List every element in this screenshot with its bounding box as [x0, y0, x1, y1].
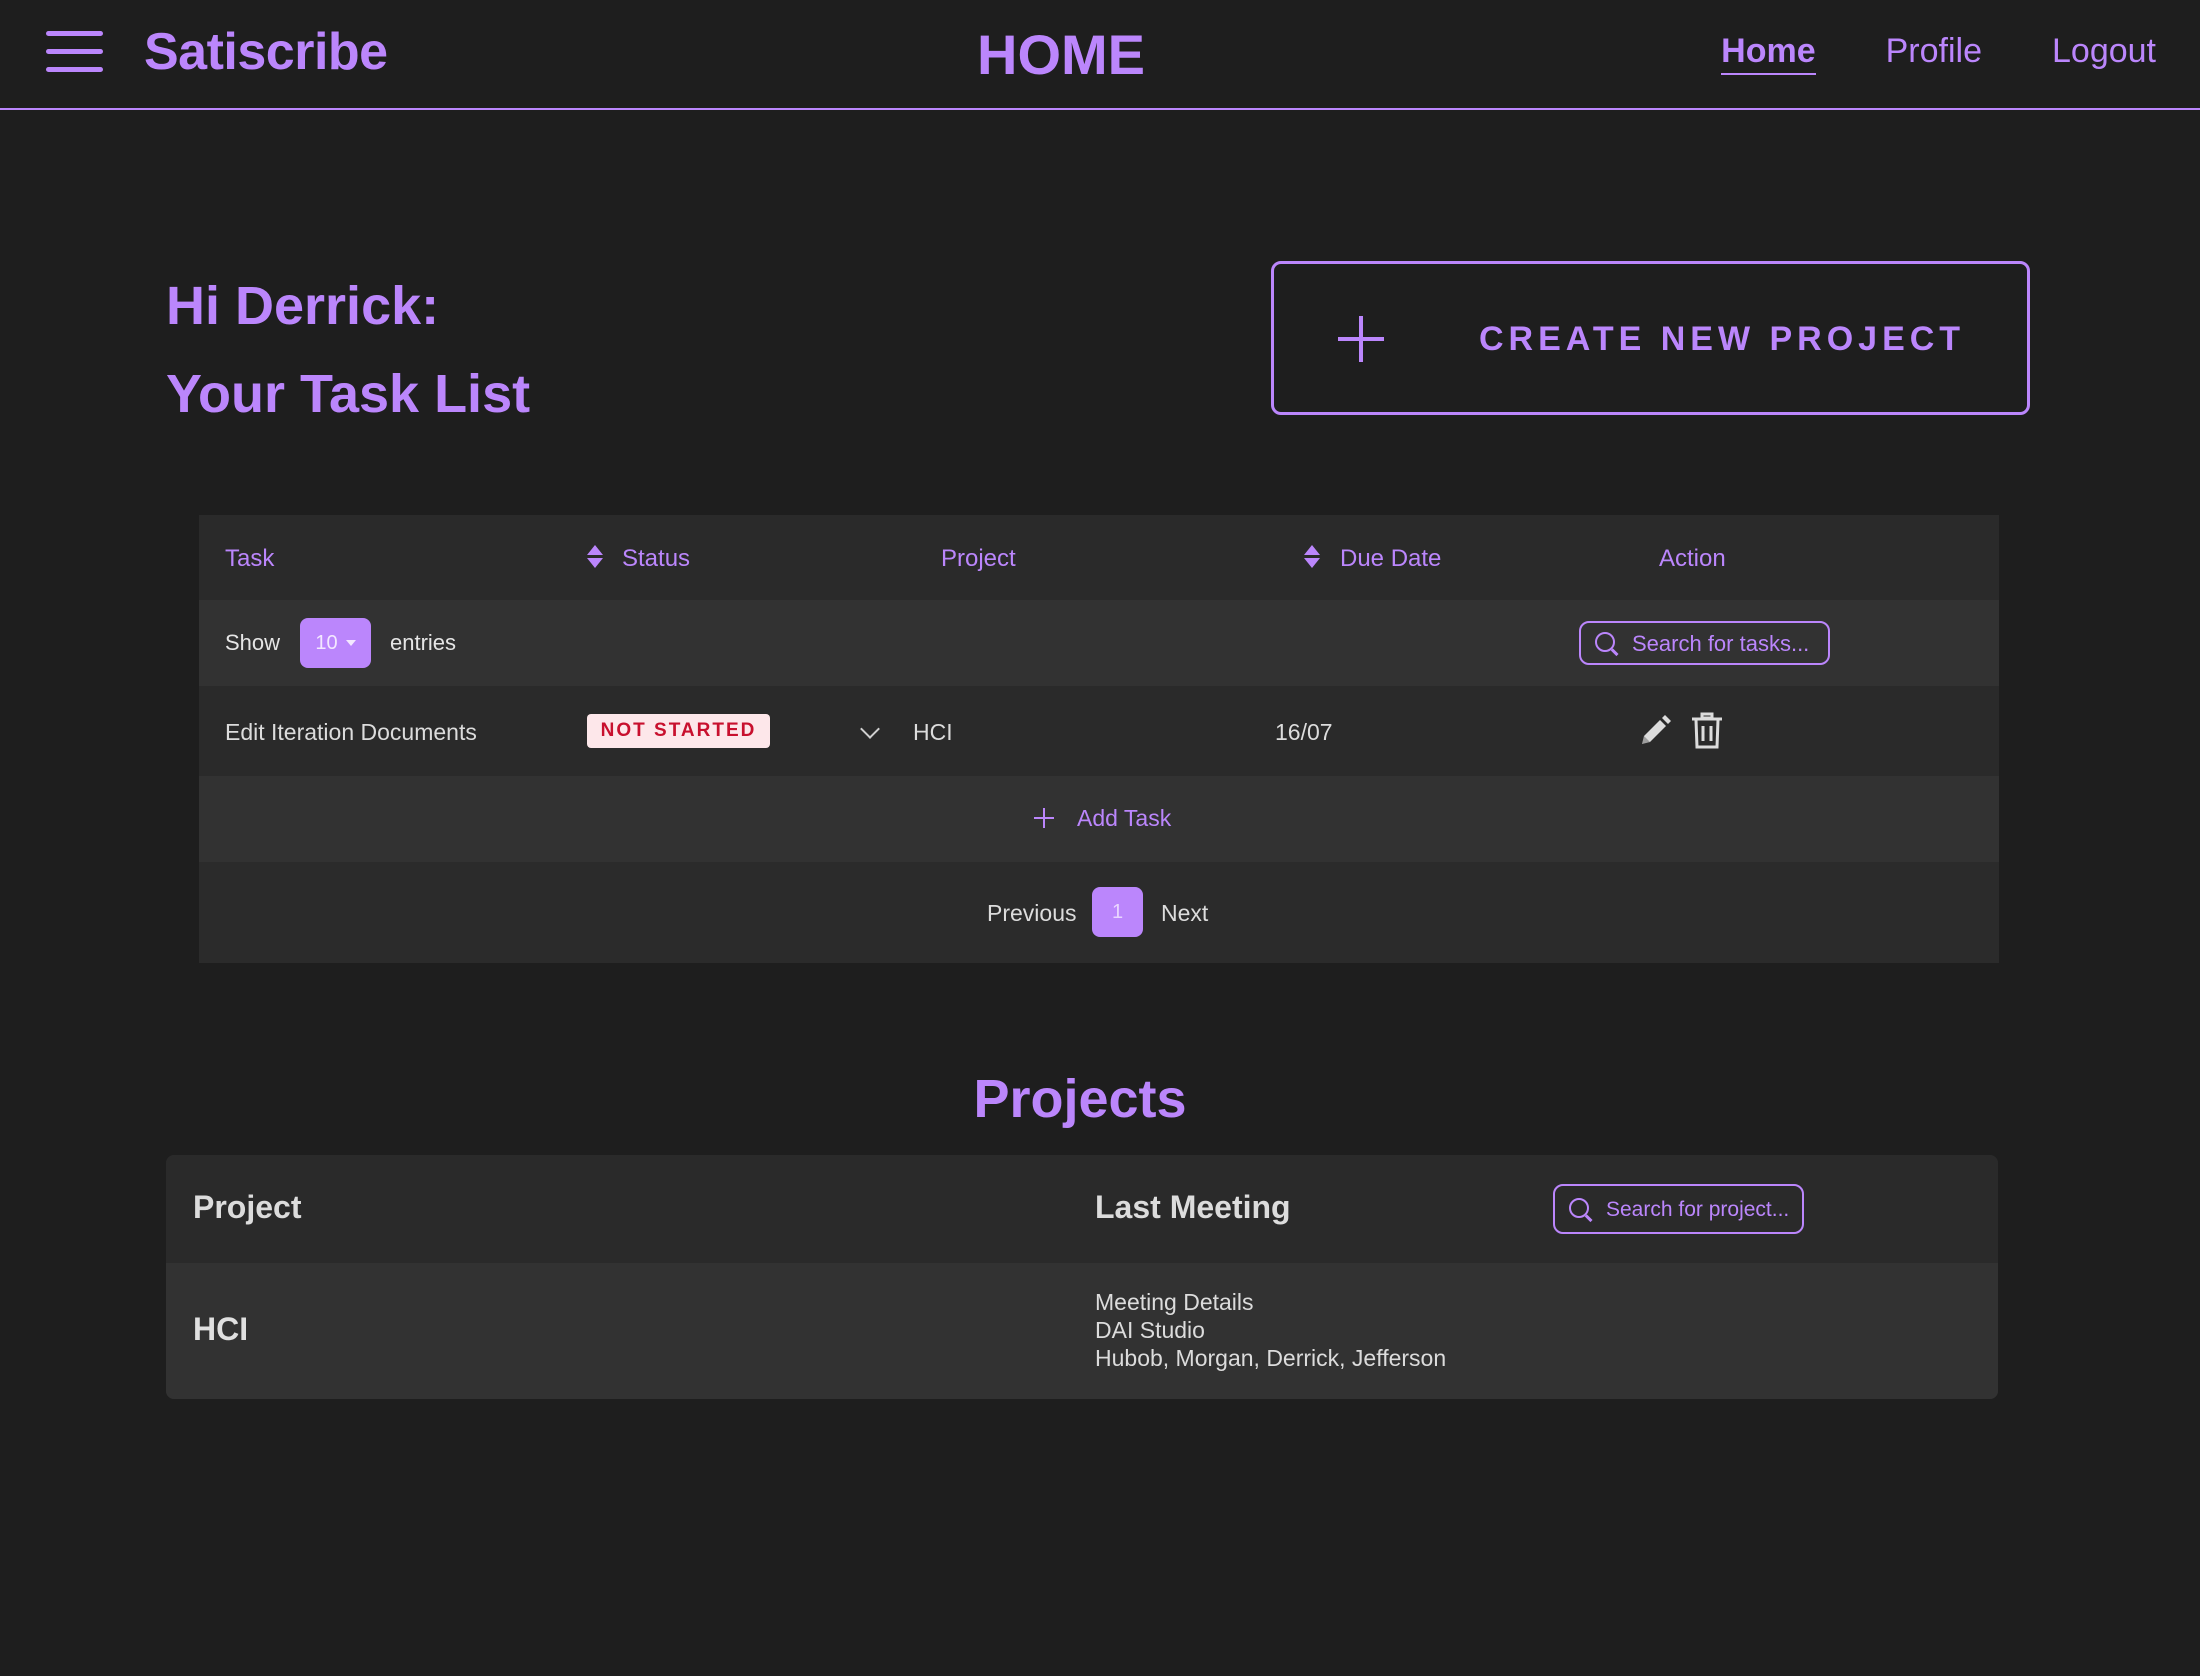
- entries-value: 10: [315, 631, 338, 654]
- add-task-button[interactable]: Add Task: [199, 776, 1999, 862]
- last-meeting-details: Meeting Details DAI Studio Hubob, Morgan…: [1095, 1288, 1446, 1372]
- task-list-heading: Your Task List: [166, 364, 531, 424]
- task-search-input[interactable]: [1632, 629, 1822, 659]
- task-table-controls: Show 10 entries: [199, 600, 1999, 686]
- sort-icon[interactable]: [1304, 545, 1320, 569]
- show-label: Show: [225, 630, 281, 655]
- table-row[interactable]: HCI Meeting Details DAI Studio Hubob, Mo…: [166, 1263, 1998, 1399]
- task-name: Edit Iteration Documents: [225, 719, 477, 745]
- column-header-project[interactable]: Project: [941, 545, 1016, 573]
- greeting-line: Hi Derrick:: [166, 276, 440, 336]
- pencil-icon[interactable]: [1638, 714, 1672, 748]
- search-icon: [1595, 632, 1619, 656]
- column-header-action: Action: [1659, 545, 1726, 572]
- task-table: Task Status Project Due Date Action Show…: [199, 515, 1999, 963]
- column-header-due-date[interactable]: Due Date: [1340, 545, 1441, 573]
- chevron-down-icon[interactable]: [860, 719, 880, 739]
- sort-icon[interactable]: [587, 545, 603, 569]
- pagination: Previous 1 Next: [199, 862, 1999, 963]
- meeting-attendees: Hubob, Morgan, Derrick, Jefferson: [1095, 1345, 1447, 1371]
- nav-profile-link[interactable]: Profile: [1886, 32, 1982, 75]
- greeting: Hi Derrick: Your Task List: [166, 262, 530, 438]
- project-name[interactable]: HCI: [193, 1311, 248, 1348]
- task-due-date: 16/07: [1275, 719, 1333, 745]
- column-header-last-meeting: Last Meeting: [1095, 1189, 1291, 1225]
- plus-icon: [1338, 316, 1384, 362]
- nav-home-link[interactable]: Home: [1721, 32, 1816, 75]
- status-badge: NOT STARTED: [587, 714, 770, 748]
- table-row: Edit Iteration Documents NOT STARTED HCI…: [199, 686, 1999, 776]
- task-table-header: Task Status Project Due Date Action: [199, 515, 1999, 600]
- entries-label: entries: [390, 630, 457, 655]
- main-nav: Home Profile Logout: [1721, 32, 2156, 75]
- create-new-project-label: CREATE NEW PROJECT: [1479, 320, 1966, 358]
- meeting-location: DAI Studio: [1095, 1317, 1205, 1343]
- task-search-box[interactable]: [1579, 621, 1830, 665]
- trash-icon[interactable]: [1690, 712, 1724, 750]
- plus-icon: [1034, 808, 1054, 828]
- previous-page-button[interactable]: Previous: [987, 900, 1076, 927]
- projects-table: Project Last Meeting HCI Meeting Details…: [166, 1155, 1998, 1399]
- caret-down-icon: [345, 640, 356, 646]
- column-header-task[interactable]: Task: [225, 545, 274, 573]
- column-header-project: Project: [193, 1189, 302, 1225]
- page-number-button[interactable]: 1: [1092, 887, 1143, 937]
- projects-table-header: Project Last Meeting: [166, 1155, 1998, 1263]
- nav-logout-link[interactable]: Logout: [2052, 32, 2156, 75]
- meeting-title: Meeting Details: [1095, 1289, 1254, 1315]
- column-header-status[interactable]: Status: [622, 545, 690, 573]
- entries-per-page-select[interactable]: 10: [300, 618, 371, 668]
- task-project: HCI: [913, 719, 953, 745]
- create-new-project-button[interactable]: CREATE NEW PROJECT: [1271, 261, 2030, 415]
- next-page-button[interactable]: Next: [1161, 900, 1208, 927]
- project-search-box[interactable]: [1553, 1184, 1804, 1234]
- project-search-input[interactable]: [1606, 1195, 1801, 1225]
- projects-heading: Projects: [973, 1069, 1187, 1129]
- top-navigation-bar: Satiscribe HOME Home Profile Logout: [0, 0, 2200, 110]
- add-task-label: Add Task: [1077, 805, 1172, 831]
- search-icon: [1569, 1198, 1593, 1222]
